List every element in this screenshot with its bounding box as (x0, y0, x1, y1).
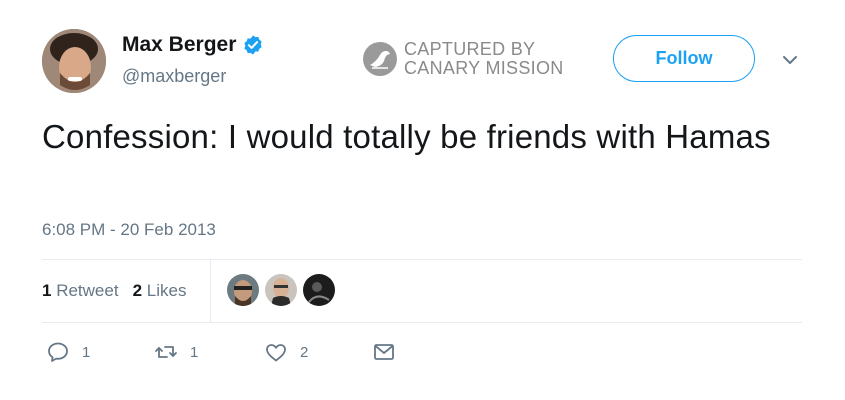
retweets-stat[interactable]: 1 Retweet (42, 281, 119, 301)
watermark-text: CAPTURED BY CANARY MISSION (404, 40, 564, 78)
likes-count: 2 (132, 281, 143, 300)
liker-avatar[interactable] (303, 274, 335, 306)
stats-separator (210, 260, 211, 322)
watermark-line-1: CAPTURED BY (404, 39, 536, 59)
retweet-button[interactable]: 1 (154, 340, 198, 364)
reply-count: 1 (82, 343, 91, 361)
retweet-icon (155, 346, 177, 358)
liker-avatar[interactable] (265, 274, 297, 306)
liker-avatar-image (227, 274, 259, 306)
reply-button[interactable]: 1 (46, 340, 90, 364)
user-handle[interactable]: @maxberger (122, 66, 226, 87)
divider-bottom (42, 322, 802, 323)
engagement-stats: 1 Retweet 2 Likes (42, 260, 200, 322)
tweet-text: Confession: I would totally be friends w… (42, 118, 771, 155)
retweet-count: 1 (190, 343, 199, 361)
envelope-icon (374, 344, 394, 360)
liker-avatar-image (265, 274, 297, 306)
canary-logo-icon (363, 42, 397, 76)
watermark-line-2: CANARY MISSION (404, 58, 564, 78)
retweets-count: 1 (42, 281, 52, 300)
chevron-down-icon[interactable] (780, 52, 800, 68)
liker-avatar-image (303, 274, 335, 306)
like-count: 2 (300, 343, 309, 361)
display-name-text: Max Berger (122, 33, 237, 56)
follow-button[interactable]: Follow (613, 35, 755, 82)
reply-icon (48, 342, 68, 362)
verified-badge-icon (244, 35, 263, 55)
direct-message-button[interactable] (372, 340, 396, 364)
liker-avatars (227, 274, 335, 306)
avatar-image (42, 29, 106, 93)
likes-stat[interactable]: 2 Likes (133, 281, 187, 301)
profile-avatar[interactable] (42, 29, 106, 93)
likes-label: Likes (146, 281, 187, 300)
tweet-timestamp[interactable]: 6:08 PM - 20 Feb 2013 (42, 220, 216, 240)
like-button[interactable]: 2 (264, 340, 308, 364)
canary-mission-watermark: CAPTURED BY CANARY MISSION (362, 40, 564, 78)
heart-icon (266, 344, 286, 362)
retweets-label: Retweet (56, 281, 119, 300)
display-name[interactable]: Max Berger (122, 32, 264, 58)
liker-avatar[interactable] (227, 274, 259, 306)
